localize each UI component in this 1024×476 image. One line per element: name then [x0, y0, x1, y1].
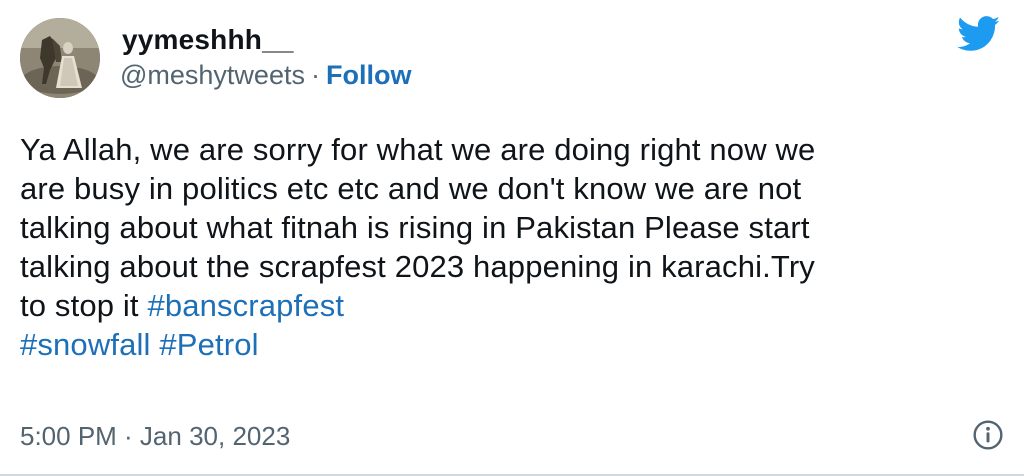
tweet-timestamp[interactable]: 5:00 PM · Jan 30, 2023 [20, 421, 290, 452]
tweet-text-line: are busy in politics etc etc and we don'… [20, 171, 802, 206]
follow-button[interactable]: Follow [326, 60, 411, 90]
tweet-text-line: Ya Allah, we are sorry for what we are d… [20, 132, 816, 167]
tweet-text-line: talking about what fitnah is rising in P… [20, 210, 810, 245]
hashtag-snowfall[interactable]: #snowfall [20, 327, 151, 362]
separator-dot: · [310, 60, 320, 90]
tweet-text-fragment: to stop it [20, 288, 148, 323]
author-handle[interactable]: @meshytweets [120, 60, 305, 90]
author-display-name[interactable]: yymeshhh__ [122, 24, 294, 56]
tweet-text: Ya Allah, we are sorry for what we are d… [20, 130, 1000, 364]
hashtag-petrol[interactable]: #Petrol [159, 327, 258, 362]
tweet-text-line-with-hashtag: to stop it #banscrapfest [20, 286, 1000, 325]
hashtag-banscrapfest[interactable]: #banscrapfest [147, 288, 344, 323]
hashtag-line: #snowfall #Petrol [20, 325, 1000, 364]
author-meta-row: @meshytweets · Follow [120, 60, 411, 91]
info-icon[interactable] [972, 419, 1004, 451]
avatar-photo [20, 18, 100, 98]
tweet-text-line: talking about the scrapfest 2023 happeni… [20, 249, 815, 284]
tweet-card: yymeshhh__ @meshytweets · Follow Ya Allah,… [0, 0, 1024, 476]
twitter-bird-icon[interactable] [957, 16, 1001, 52]
avatar[interactable] [20, 18, 100, 98]
